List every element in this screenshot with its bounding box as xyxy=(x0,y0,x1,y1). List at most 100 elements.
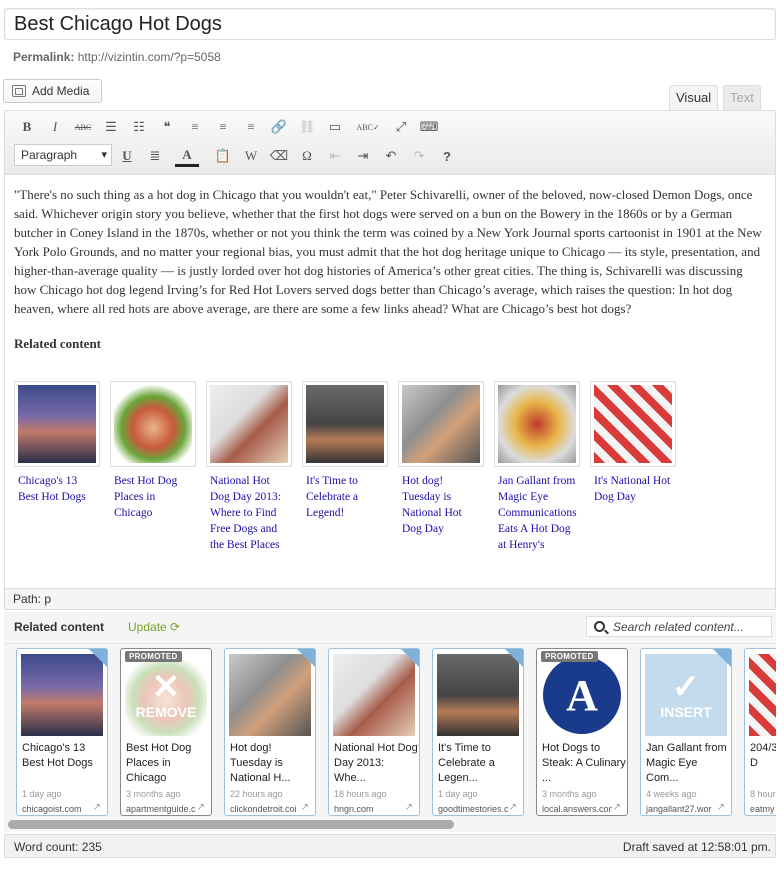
external-link-icon[interactable]: ↗ xyxy=(509,802,517,813)
update-button[interactable]: Update ⟳ xyxy=(128,620,180,634)
paste-word-icon[interactable]: W xyxy=(239,145,263,167)
align-left-icon[interactable]: ≡ xyxy=(183,116,207,138)
insert-overlay[interactable]: ✓ INSERT xyxy=(645,654,727,736)
remove-link-icon[interactable]: ⛓ xyxy=(295,116,319,138)
indent-icon[interactable]: ⇥ xyxy=(351,145,375,167)
tab-visual[interactable]: Visual xyxy=(669,85,718,111)
external-link-icon[interactable]: ↗ xyxy=(197,802,205,813)
card-age: 18 hours ago xyxy=(334,789,387,799)
thumbnail-image xyxy=(398,381,484,467)
inline-related-link[interactable]: It's National Hot Dog Day xyxy=(590,473,676,505)
redo-icon[interactable]: ↷ xyxy=(407,145,431,167)
underline-icon[interactable]: U xyxy=(115,145,139,167)
inline-related-link[interactable]: Chicago's 13 Best Hot Dogs xyxy=(14,473,100,505)
inline-related-link[interactable]: It's Time to Celebrate a Legend! xyxy=(302,473,388,521)
editor-content[interactable]: "There's no such thing as a hot dog in C… xyxy=(5,175,775,563)
related-search-input[interactable]: Search related content... xyxy=(586,616,772,637)
spellcheck-icon[interactable]: ABC✓ xyxy=(351,116,385,138)
related-card[interactable]: It's Time to Celebrate a Legen... 1 day a… xyxy=(432,648,524,816)
inline-related-link[interactable]: Jan Gallant from Magic Eye Communication… xyxy=(494,473,580,553)
related-card[interactable]: Chicago's 13 Best Hot Dogs 1 day ago chica… xyxy=(16,648,108,816)
editor[interactable]: BIABC☰☷❝≡≡≡🔗⛓▭ABC✓⤢⌨ Paragraph U≣A📋W⌫Ω⇤⇥… xyxy=(4,110,776,610)
bold-icon[interactable]: B xyxy=(15,116,39,138)
inline-related-list: Chicago's 13 Best Hot Dogs Best Hot Dog P… xyxy=(14,381,766,553)
related-panel-title: Related content xyxy=(14,620,105,634)
related-card[interactable]: PROMOTED ✕ REMOVE Best Hot Dog Places in Ch… xyxy=(120,648,212,816)
insert-more-icon[interactable]: ▭ xyxy=(323,116,347,138)
inline-related-link[interactable]: Best Hot Dog Places in Chicago xyxy=(110,473,196,521)
related-card[interactable]: ✓ INSERT Jan Gallant from Magic Eye Com...… xyxy=(640,648,732,816)
blockquote-icon[interactable]: ❝ xyxy=(155,116,179,138)
card-age: 4 weeks ago xyxy=(646,789,697,799)
thumbnail-image xyxy=(206,381,292,467)
inline-related-link[interactable]: National Hot Dog Day 2013: Where to Find… xyxy=(206,473,292,553)
align-center-icon[interactable]: ≡ xyxy=(211,116,235,138)
card-source: apartmentguide.c xyxy=(126,804,196,814)
thumbnail-image xyxy=(110,381,196,467)
card-age: 8 hours xyxy=(750,789,776,799)
strikethrough-icon[interactable]: ABC xyxy=(71,116,95,138)
promoted-badge: PROMOTED xyxy=(541,651,598,662)
selected-check-icon xyxy=(89,649,107,667)
help-icon[interactable]: ? xyxy=(435,145,459,167)
card-title: Jan Gallant from Magic Eye Com... xyxy=(646,742,727,784)
remove-overlay[interactable]: ✕ REMOVE xyxy=(125,654,207,736)
related-card[interactable]: National Hot Dog Day 2013: Whe... 18 hour… xyxy=(328,648,420,816)
card-source: hngn.com xyxy=(334,804,374,814)
card-source: goodtimestories.c xyxy=(438,804,508,814)
permalink-url[interactable]: http://vizintin.com/?p=5058 xyxy=(78,50,221,64)
card-title: Hot Dogs to Steak: A Culinary ... xyxy=(542,742,626,784)
external-link-icon[interactable]: ↗ xyxy=(613,802,621,813)
external-link-icon[interactable]: ↗ xyxy=(717,802,725,813)
inline-related-item[interactable]: It's National Hot Dog Day xyxy=(590,381,676,553)
card-age: 1 day ago xyxy=(22,789,62,799)
permalink-label: Permalink: xyxy=(13,50,75,64)
italic-icon[interactable]: I xyxy=(43,116,67,138)
horizontal-scrollbar[interactable] xyxy=(8,820,454,829)
paste-text-icon[interactable]: 📋 xyxy=(211,145,235,167)
special-character-icon[interactable]: Ω xyxy=(295,145,319,167)
inline-related-item[interactable]: National Hot Dog Day 2013: Where to Find… xyxy=(206,381,292,553)
external-link-icon[interactable]: ↗ xyxy=(405,802,413,813)
kitchen-sink-icon[interactable]: ⌨ xyxy=(417,116,441,138)
related-cards-list: Chicago's 13 Best Hot Dogs 1 day ago chica… xyxy=(4,644,776,832)
inline-related-item[interactable]: Chicago's 13 Best Hot Dogs xyxy=(14,381,100,553)
card-source: eatmy xyxy=(750,804,775,814)
undo-icon[interactable]: ↶ xyxy=(379,145,403,167)
refresh-icon: ⟳ xyxy=(170,620,181,634)
align-right-icon[interactable]: ≡ xyxy=(239,116,263,138)
inline-related-item[interactable]: Best Hot Dog Places in Chicago xyxy=(110,381,196,553)
card-source: clickondetroit.coi xyxy=(230,804,297,814)
selected-check-icon xyxy=(297,649,315,667)
fullscreen-icon[interactable]: ⤢ xyxy=(389,116,413,138)
related-heading: Related content xyxy=(14,336,102,351)
card-title: National Hot Dog Day 2013: Whe... xyxy=(334,742,418,784)
permalink: Permalink: http://vizintin.com/?p=5058 xyxy=(13,50,221,64)
media-icon xyxy=(12,85,26,97)
card-age: 1 day ago xyxy=(438,789,478,799)
format-select[interactable]: Paragraph xyxy=(14,144,112,166)
related-card[interactable]: Hot dog! Tuesday is National H... 22 hour… xyxy=(224,648,316,816)
inline-related-item[interactable]: Hot dog! Tuesday is National Hot Dog Day xyxy=(398,381,484,553)
card-age: 3 months ago xyxy=(542,789,597,799)
justify-icon[interactable]: ≣ xyxy=(143,145,167,167)
add-media-button[interactable]: Add Media xyxy=(3,79,102,103)
clear-formatting-icon[interactable]: ⌫ xyxy=(267,145,291,167)
bullet-list-icon[interactable]: ☰ xyxy=(99,116,123,138)
related-card[interactable]: A PROMOTED Hot Dogs to Steak: A Culinary .… xyxy=(536,648,628,816)
insert-link-icon[interactable]: 🔗 xyxy=(267,116,291,138)
path-bar: Path: p xyxy=(4,588,776,610)
inline-related-item[interactable]: It's Time to Celebrate a Legend! xyxy=(302,381,388,553)
text-color-icon[interactable]: A xyxy=(175,145,199,167)
card-title: Best Hot Dog Places in Chicago xyxy=(126,742,192,784)
inline-related-item[interactable]: Jan Gallant from Magic Eye Communication… xyxy=(494,381,580,553)
inline-related-link[interactable]: Hot dog! Tuesday is National Hot Dog Day xyxy=(398,473,484,537)
post-title-input[interactable]: Best Chicago Hot Dogs xyxy=(4,8,776,40)
related-card[interactable]: 204/3 Natior Hot D8 hourseatmy↗ xyxy=(744,648,776,816)
numbered-list-icon[interactable]: ☷ xyxy=(127,116,151,138)
search-icon xyxy=(594,621,605,632)
outdent-icon[interactable]: ⇤ xyxy=(323,145,347,167)
external-link-icon[interactable]: ↗ xyxy=(93,802,101,813)
tab-text[interactable]: Text xyxy=(723,85,761,111)
external-link-icon[interactable]: ↗ xyxy=(301,802,309,813)
